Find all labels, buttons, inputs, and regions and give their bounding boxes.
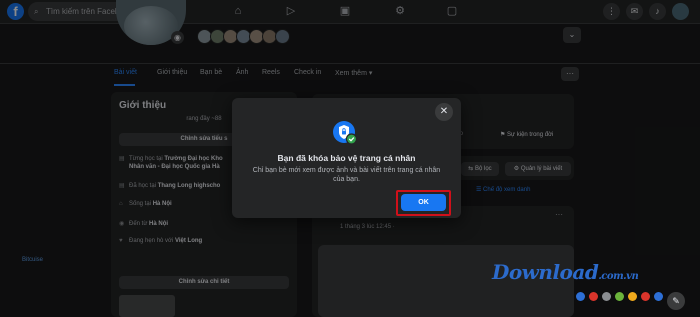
watermark-dot <box>615 292 624 301</box>
ok-button[interactable]: OK <box>401 194 446 211</box>
privacy-lock-dialog: ✕ Bạn đã khóa bảo vệ trang cá nhân Chỉ b… <box>232 98 461 218</box>
dialog-title: Bạn đã khóa bảo vệ trang cá nhân <box>277 153 416 163</box>
watermark-dot <box>641 292 650 301</box>
close-icon[interactable]: ✕ <box>435 103 453 121</box>
watermark-dot <box>654 292 663 301</box>
new-message-icon[interactable]: ✎ <box>667 292 685 310</box>
watermark-dot <box>628 292 637 301</box>
watermark-dot <box>602 292 611 301</box>
watermark-dot <box>576 292 585 301</box>
shield-lock-icon <box>332 120 358 146</box>
dialog-message: Chỉ bạn bè mới xem được ảnh và bài viết … <box>252 167 441 183</box>
watermark-logo: Download.com.vn <box>492 260 639 284</box>
watermark-dot <box>589 292 598 301</box>
